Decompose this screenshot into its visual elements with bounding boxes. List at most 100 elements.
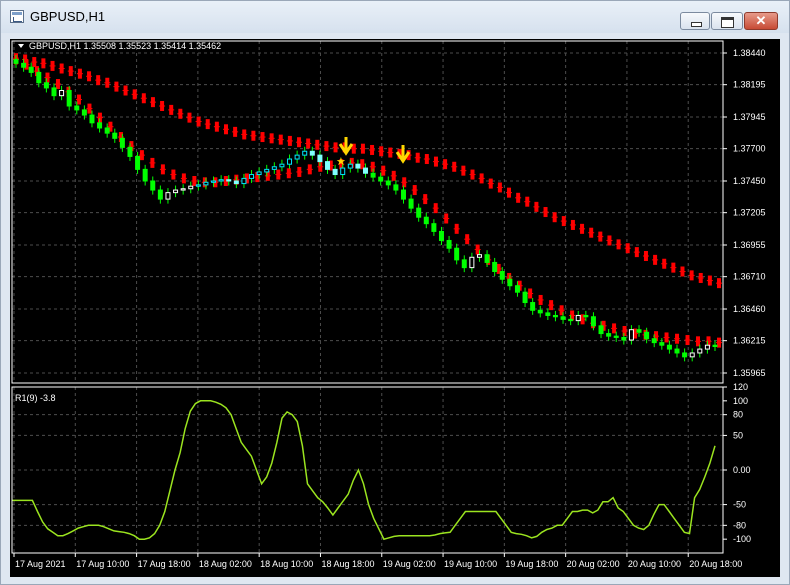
time-label: 18 Aug 02:00 (199, 559, 252, 569)
time-label: 19 Aug 18:00 (505, 559, 558, 569)
grid-lines (12, 41, 723, 553)
candle-body (583, 314, 589, 318)
candle-body (431, 223, 437, 232)
candle-body (590, 316, 596, 327)
indicator-scale-label: 80 (733, 410, 743, 420)
chart-menu-arrow-icon[interactable] (18, 44, 24, 48)
maximize-button[interactable] (711, 12, 743, 30)
candle-body (484, 254, 490, 263)
candle-body (173, 189, 179, 194)
candle-body (522, 291, 528, 304)
candle-body (636, 329, 642, 333)
candle-body (507, 278, 513, 287)
candle-body (119, 137, 125, 148)
window-title: GBPUSD,H1 (30, 9, 106, 24)
candle-body (264, 168, 270, 173)
candle-body (218, 179, 224, 182)
indicator-line (12, 400, 716, 541)
candle-body (104, 127, 110, 134)
indicator-scale-label: -50 (733, 500, 746, 510)
time-label: 18 Aug 18:00 (321, 559, 374, 569)
chart-svg[interactable]: ★ 1.384401.381951.379451.377001.374501.3… (10, 39, 780, 577)
candle-body (13, 58, 19, 64)
time-label: 19 Aug 02:00 (383, 559, 436, 569)
indicator-scale-label: 50 (733, 430, 743, 440)
candle-body (370, 172, 376, 178)
price-label: 1.35965 (733, 368, 766, 378)
candles (13, 54, 718, 362)
candle-body (423, 216, 429, 225)
candle-body (469, 256, 475, 269)
candle-body (188, 185, 194, 190)
price-label: 1.36215 (733, 336, 766, 346)
indicator-scale-label: -80 (733, 520, 746, 530)
candle-body (97, 122, 103, 129)
candle-body (66, 89, 72, 107)
chart-axes: 1.38440 1.38195 1.37945 1.37700 1.37450 1.372… (11, 40, 766, 569)
candle-body (689, 352, 695, 358)
candle-body (287, 158, 293, 165)
close-button[interactable]: ✕ (744, 12, 778, 30)
info-line: GBPUSD,H1 1.35508 1.35523 1.35414 1.3546… (18, 41, 221, 51)
candle-body (195, 184, 201, 187)
time-label: 20 Aug 18:00 (689, 559, 742, 569)
candle-body (302, 150, 308, 156)
candle-body (142, 168, 148, 182)
candle-body (514, 285, 520, 293)
candle-body (226, 179, 232, 182)
time-label: 20 Aug 10:00 (628, 559, 681, 569)
candle-body (499, 271, 505, 280)
envelope-bands (13, 53, 722, 348)
candle-body (112, 132, 118, 139)
candle-body (51, 87, 57, 97)
candle-body (598, 325, 604, 335)
candle-body (249, 174, 255, 179)
candle-body (545, 312, 551, 316)
candle-body (400, 189, 406, 200)
time-label: 20 Aug 02:00 (567, 559, 620, 569)
candle-body (697, 348, 703, 354)
price-label: 1.37945 (733, 112, 766, 122)
candle-body (408, 198, 414, 209)
candle-body (59, 89, 65, 97)
price-label: 1.36460 (733, 304, 766, 314)
candle-body (363, 167, 368, 174)
price-label: 1.37205 (733, 208, 766, 218)
candle-body (492, 261, 498, 273)
candle-body (332, 168, 338, 176)
title-bar[interactable]: GBPUSD,H1 ✕ (1, 1, 789, 33)
candle-body (621, 336, 627, 341)
candle-body (241, 177, 247, 185)
candle-body (575, 314, 581, 322)
candle-body (309, 150, 315, 156)
candle-body (317, 154, 323, 163)
indicator-scale-label: -100 (733, 534, 751, 544)
price-label: 1.38440 (733, 48, 766, 58)
signal-star-icon: ★ (336, 155, 346, 168)
price-label: 1.37450 (733, 176, 766, 186)
candle-body (127, 146, 133, 157)
symbol-info: GBPUSD,H1 1.35508 1.35523 1.35414 1.3546… (29, 41, 221, 51)
candle-body (74, 105, 80, 111)
minimize-button[interactable] (680, 12, 710, 30)
time-label: 17 Aug 18:00 (138, 559, 191, 569)
chart-canvas[interactable]: ★ 1.38440 1.38195 1.37945 1.37700 1.37450 1.3… (10, 39, 780, 577)
candle-body (81, 109, 87, 116)
price-label: 1.36710 (733, 272, 766, 282)
indicator-scale-label: 0.00 (733, 465, 751, 475)
candle-body (712, 344, 718, 347)
time-label: 17 Aug 2021 (15, 559, 66, 569)
time-label: 19 Aug 10:00 (444, 559, 497, 569)
indicator-label: R1(9) -3.8 (15, 393, 56, 403)
candle-body (385, 180, 391, 186)
candle-body (355, 163, 361, 169)
candle-body (644, 331, 650, 340)
candle-body (294, 154, 300, 160)
candle-body (651, 338, 657, 344)
candle-body (135, 155, 141, 170)
candle-body (606, 333, 612, 337)
candle-body (150, 180, 156, 191)
indicator-scale-label: 120 (733, 382, 748, 392)
candle-body (211, 180, 217, 183)
indicator-scale-label: 100 (733, 396, 748, 406)
